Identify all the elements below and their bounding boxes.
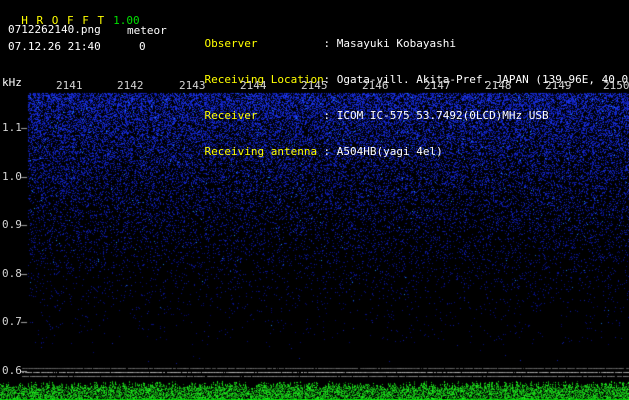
x-axis-tick: 2146 <box>362 79 389 92</box>
info-label: Observer <box>204 37 258 50</box>
x-axis-tick: 2141 <box>56 79 83 92</box>
x-axis-tick: 2142 <box>117 79 144 92</box>
x-axis-tick: 2144 <box>240 79 267 92</box>
x-axis-tick: 2149 <box>545 79 572 92</box>
x-axis-tick: 2148 <box>485 79 512 92</box>
mode-label: meteor <box>127 24 167 37</box>
x-axis-tick: 2145 <box>301 79 328 92</box>
info-value: : Masayuki Kobayashi <box>323 37 456 50</box>
info-label: Receiver <box>204 109 258 122</box>
y-axis-tick: 0.7 <box>2 315 22 328</box>
y-axis-tick: 0.8 <box>2 267 22 280</box>
info-row-antenna: Receiving antenna : A504HB(yagi 4el) <box>178 134 629 158</box>
x-axis-tick: 2150 <box>603 79 629 92</box>
info-row-location: Receiving Location: Ogata-vill. Akita-Pr… <box>178 62 629 86</box>
x-axis-tick: 2147 <box>424 79 451 92</box>
info-row-observer: Observer : Masayuki Kobayashi <box>178 26 629 50</box>
info-value: : A504HB(yagi 4el) <box>323 145 443 158</box>
info-label: Receiving antenna <box>204 145 318 158</box>
y-axis-tick: 0.6 <box>2 364 22 377</box>
meteor-count: 0 <box>139 40 146 53</box>
info-value: : ICOM IC-575 53.7492(0LCD)MHz USB <box>323 109 549 122</box>
y-axis-unit-label: kHz <box>2 76 22 89</box>
x-axis-tick: 2143 <box>179 79 206 92</box>
datetime: 07.12.26 21:40 <box>8 40 101 53</box>
y-axis-tick: 0.9 <box>2 218 22 231</box>
y-axis-tick: 1.1 <box>2 121 22 134</box>
output-filename: 0712262140.png <box>8 23 101 36</box>
y-axis-tick: 1.0 <box>2 170 22 183</box>
info-row-receiver: Receiver : ICOM IC-575 53.7492(0LCD)MHz U… <box>178 98 629 122</box>
